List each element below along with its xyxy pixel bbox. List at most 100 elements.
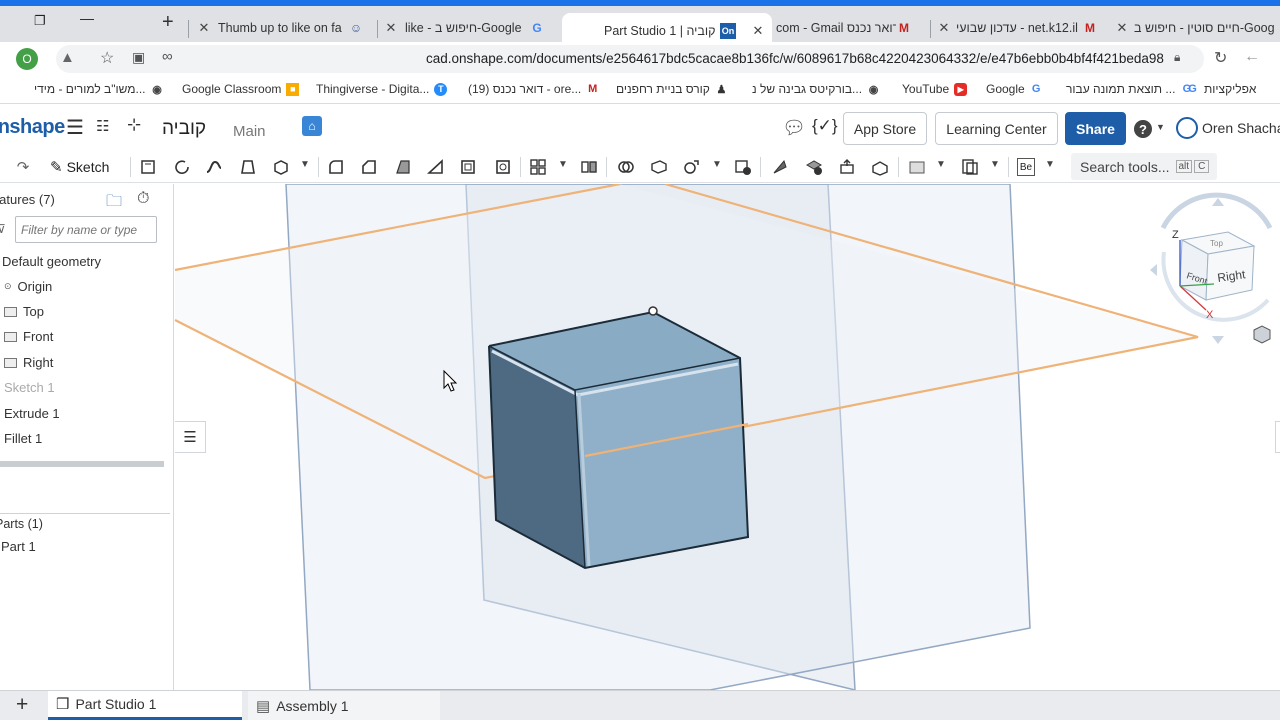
- version-graph-icon[interactable]: ⌂: [302, 116, 322, 136]
- screen-cast-icon[interactable]: ▣: [132, 49, 145, 66]
- sweep-icon[interactable]: [205, 158, 223, 176]
- close-tab-icon[interactable]: ✕: [1114, 20, 1130, 36]
- boolean-icon[interactable]: [617, 158, 635, 176]
- feature-item-origin[interactable]: ⊙ Origin: [4, 279, 52, 294]
- url-text[interactable]: cad.onshape.com/documents/e2564617bdc5ca…: [426, 51, 1168, 66]
- delete-face-icon[interactable]: [805, 158, 823, 176]
- browser-tab[interactable]: ✕ like - חיפוש ב-Google G: [383, 13, 553, 43]
- lock-icon[interactable]: 🔒︎: [1174, 50, 1180, 65]
- profile-avatar[interactable]: O: [16, 48, 38, 70]
- toggle-feature-list-button[interactable]: ☰: [175, 421, 206, 453]
- bookmark-apps[interactable]: G אפליקציות: [1186, 82, 1256, 96]
- app-store-button[interactable]: App Store: [843, 112, 927, 145]
- chamfer-icon[interactable]: [360, 158, 378, 176]
- link-icon[interactable]: ∞: [162, 48, 173, 65]
- cube-part[interactable]: [488, 310, 750, 570]
- tab-part-studio[interactable]: ❒ Part Studio 1: [48, 691, 242, 720]
- feature-list-icon[interactable]: ☷: [96, 117, 109, 135]
- browser-tab[interactable]: ✕ חיים סוטין - חיפוש ב-Google: [1114, 13, 1280, 43]
- close-tab-icon[interactable]: ✕: [936, 20, 952, 36]
- new-tab-button[interactable]: +: [162, 11, 174, 34]
- help-icon[interactable]: ?: [1134, 120, 1152, 138]
- close-tab-icon[interactable]: ✕: [750, 23, 766, 39]
- modify-fillet-icon[interactable]: [771, 158, 789, 176]
- view-cube[interactable]: Front Right Top Z X: [1150, 192, 1273, 344]
- mirror-icon[interactable]: [580, 158, 598, 176]
- add-folder-icon[interactable]: 🗀︎: [106, 190, 122, 217]
- document-title[interactable]: קוביה: [162, 118, 206, 140]
- loft-icon[interactable]: [239, 158, 257, 176]
- back-icon[interactable]: ←: [1244, 48, 1260, 66]
- browser-tab[interactable]: com - Gmail דואר נכנס M: [776, 13, 926, 43]
- default-geometry-folder[interactable]: Default geometry: [2, 254, 101, 269]
- feature-filter-input[interactable]: [15, 216, 157, 243]
- panel-divider[interactable]: [0, 513, 170, 514]
- drive-icon[interactable]: ▲: [60, 49, 75, 66]
- chevron-down-icon[interactable]: ▼: [712, 159, 722, 170]
- reload-icon[interactable]: ↻: [1214, 48, 1227, 68]
- restore-window-icon[interactable]: ❐: [34, 13, 46, 29]
- revolve-icon[interactable]: [173, 158, 191, 176]
- feature-item-extrude[interactable]: Extrude 1: [4, 406, 60, 421]
- chevron-down-icon[interactable]: ▼: [936, 159, 946, 170]
- redo-icon[interactable]: ↷: [14, 158, 32, 176]
- chevron-down-icon[interactable]: ▼: [300, 159, 310, 170]
- user-name[interactable]: Oren Shachar: [1202, 120, 1280, 136]
- menu-icon[interactable]: ☰: [66, 115, 84, 140]
- search-tools-input[interactable]: Search tools... alt C: [1071, 153, 1217, 180]
- bookmark-item[interactable]: בורקיטס גבינה של נ... ◉: [752, 82, 880, 96]
- move-face-icon[interactable]: [838, 158, 856, 176]
- feature-item-top[interactable]: Top: [4, 304, 44, 319]
- branch-label[interactable]: Main: [233, 123, 266, 140]
- chevron-down-icon[interactable]: ▼: [558, 159, 568, 170]
- delete-part-icon[interactable]: [734, 158, 752, 176]
- pattern-icon[interactable]: [529, 158, 547, 176]
- fillet-icon[interactable]: [327, 158, 345, 176]
- viewcube-top[interactable]: Top: [1210, 239, 1223, 248]
- rollback-timer-icon[interactable]: ⏱︎: [137, 190, 149, 208]
- split-icon[interactable]: [650, 158, 668, 176]
- bookmark-item[interactable]: תוצאת תמונה עבור ... G: [1066, 82, 1193, 96]
- draft-icon[interactable]: [394, 158, 412, 176]
- bookmark-item[interactable]: Google Classroom ■: [182, 82, 300, 96]
- sheet-metal-icon[interactable]: [961, 158, 979, 176]
- chevron-down-icon[interactable]: ▼: [990, 159, 1000, 170]
- feature-item-sketch[interactable]: Sketch 1: [4, 380, 55, 395]
- replace-face-icon[interactable]: [871, 158, 889, 176]
- feature-item-right[interactable]: Right: [4, 355, 53, 370]
- transform-icon[interactable]: [683, 158, 701, 176]
- minimize-window-icon[interactable]: —: [80, 10, 94, 26]
- hole-icon[interactable]: [494, 158, 512, 176]
- browser-tab[interactable]: ✕ Thumb up to like on fac ☺: [196, 13, 371, 43]
- thicken-icon[interactable]: [272, 158, 290, 176]
- chevron-down-icon[interactable]: ▼: [1045, 159, 1055, 170]
- browser-tab[interactable]: ✕ עדכון שבועי - net.k12.il M: [936, 13, 1106, 43]
- insert-icon[interactable]: ⊹: [127, 115, 141, 135]
- view-options-icon[interactable]: [1253, 325, 1271, 344]
- bookmark-item[interactable]: משו"ב למורים - מידי... ◉: [34, 82, 164, 96]
- sketch-button[interactable]: ✎ Sketch: [50, 156, 109, 178]
- close-tab-icon[interactable]: ✕: [383, 20, 399, 36]
- rib-icon[interactable]: [427, 158, 445, 176]
- be-plugin-icon[interactable]: Be: [1017, 158, 1035, 176]
- add-tab-icon[interactable]: +: [16, 693, 28, 717]
- part-item[interactable]: Part 1: [1, 539, 36, 554]
- tab-assembly[interactable]: ▤ Assembly 1: [248, 691, 440, 720]
- extrude-icon[interactable]: [139, 158, 157, 176]
- feature-item-fillet[interactable]: Fillet 1: [4, 431, 42, 446]
- comments-icon[interactable]: 💬︎: [782, 116, 806, 140]
- onshape-logo[interactable]: onshape: [0, 116, 65, 139]
- bookmark-item[interactable]: (19) דואר נכנס - ore... M: [468, 82, 599, 96]
- user-avatar-icon[interactable]: [1176, 117, 1198, 139]
- rollback-bar[interactable]: [0, 461, 164, 467]
- feature-item-front[interactable]: Front: [4, 329, 53, 344]
- bookmark-item[interactable]: קורס בניית רחפנים ♟: [616, 82, 728, 96]
- share-button[interactable]: Share: [1065, 112, 1126, 145]
- bookmark-item[interactable]: Google G: [986, 82, 1043, 96]
- origin-marker[interactable]: [648, 306, 658, 316]
- learning-center-button[interactable]: Learning Center: [935, 112, 1058, 145]
- right-panel-handle[interactable]: [1275, 421, 1280, 453]
- close-tab-icon[interactable]: ✕: [196, 20, 212, 36]
- star-bookmark-icon[interactable]: ☆: [100, 48, 114, 68]
- bookmark-item[interactable]: YouTube ▶: [902, 82, 968, 96]
